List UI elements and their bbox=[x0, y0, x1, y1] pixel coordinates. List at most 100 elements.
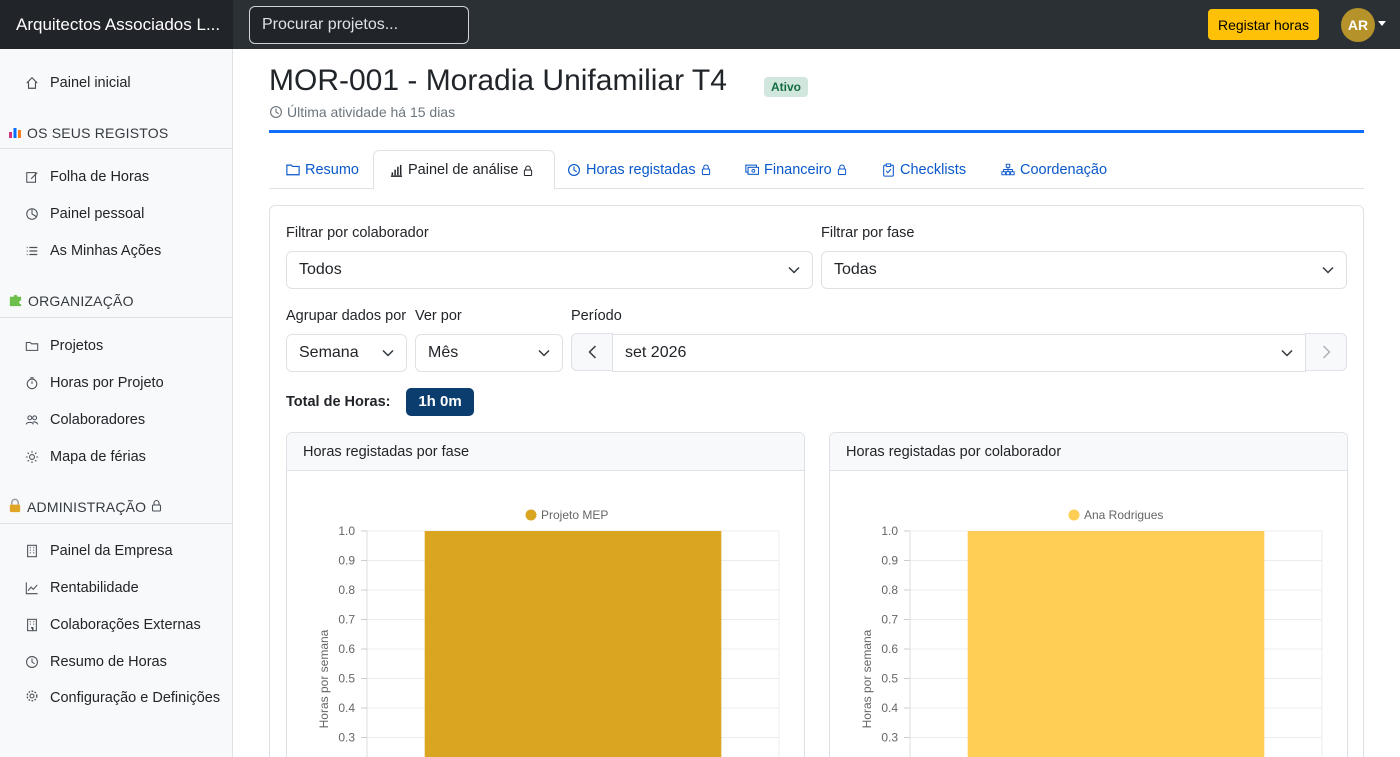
chevron-down-icon bbox=[382, 349, 394, 357]
tab-bar: Resumo Painel de análise Horas registada… bbox=[269, 150, 1364, 190]
sidebar-item-company-dashboard[interactable]: Painel da Empresa bbox=[0, 536, 232, 566]
building-icon bbox=[24, 543, 40, 559]
divider bbox=[0, 317, 232, 318]
tab-checklists[interactable]: Checklists bbox=[882, 150, 966, 189]
y-tick-label: 0.5 bbox=[881, 672, 898, 686]
legend-swatch bbox=[525, 509, 537, 521]
sidebar-item-projects[interactable]: Projetos bbox=[0, 331, 232, 361]
sidebar-item-timesheet[interactable]: Folha de Horas bbox=[0, 162, 232, 192]
next-period-button[interactable] bbox=[1305, 333, 1347, 371]
clock-icon bbox=[270, 106, 282, 118]
tab-financial[interactable]: Financeiro bbox=[745, 150, 852, 189]
period-select[interactable]: set 2026 bbox=[612, 334, 1306, 372]
tab-coordination[interactable]: Coordenação bbox=[1001, 150, 1107, 189]
collaborator-select-value: Todos bbox=[299, 261, 342, 278]
y-tick-label: 0.4 bbox=[881, 701, 898, 715]
edit-icon bbox=[24, 169, 40, 185]
collaborator-chart: 1.0 0.9 0.8 0.7 0.6 0.5 0.4 0.3 Ana Rodrigues Hor… bbox=[860, 508, 1323, 757]
clock-icon bbox=[24, 654, 40, 670]
collaborator-filter-label: Filtrar por colaborador bbox=[286, 225, 429, 241]
sidebar-item-hours-per-project[interactable]: Horas por Projeto bbox=[0, 368, 232, 398]
sidebar-item-vacation-map[interactable]: Mapa de férias bbox=[0, 442, 232, 472]
bar-chart-icon bbox=[8, 125, 22, 142]
sidebar-item-label: Rentabilidade bbox=[50, 580, 139, 596]
brand-name[interactable]: Arquitectos Associados L... bbox=[0, 0, 233, 49]
sidebar-item-label: Painel pessoal bbox=[50, 206, 145, 222]
sidebar-item-label: Mapa de férias bbox=[50, 449, 146, 465]
phase-select[interactable]: Todas bbox=[821, 251, 1347, 289]
bar bbox=[967, 531, 1265, 757]
y-tick-label: 1.0 bbox=[881, 524, 898, 538]
tab-label: Resumo bbox=[305, 161, 359, 178]
chevron-down-icon bbox=[538, 349, 550, 357]
chevron-right-icon bbox=[1322, 345, 1331, 359]
y-tick-label: 0.6 bbox=[338, 642, 355, 656]
phase-select-value: Todas bbox=[834, 261, 877, 278]
y-axis-label: Horas por semana bbox=[317, 629, 331, 728]
section-heading-organization: ORGANIZAÇÃO bbox=[8, 290, 232, 312]
total-hours-label: Total de Horas: bbox=[286, 394, 391, 410]
group-by-select[interactable]: Semana bbox=[286, 334, 407, 372]
sidebar-item-label: Projetos bbox=[50, 338, 104, 354]
chevron-down-icon[interactable] bbox=[1378, 21, 1386, 26]
last-activity-text: Última atividade há 15 dias bbox=[287, 104, 456, 120]
tab-summary[interactable]: Resumo bbox=[286, 150, 359, 189]
phase-filter-label: Filtrar por fase bbox=[821, 225, 915, 241]
sidebar-item-home[interactable]: Painel inicial bbox=[0, 68, 232, 98]
previous-period-button[interactable] bbox=[571, 333, 613, 371]
search-input[interactable] bbox=[249, 6, 469, 44]
register-hours-button[interactable]: Registar horas bbox=[1208, 9, 1319, 40]
divider bbox=[0, 148, 232, 149]
y-tick-label: 0.7 bbox=[881, 613, 898, 627]
section-heading-label: ORGANIZAÇÃO bbox=[28, 293, 134, 309]
sidebar-item-collaborators[interactable]: Colaboradores bbox=[0, 405, 232, 435]
y-tick-label: 0.9 bbox=[881, 554, 898, 568]
section-heading-administration: ADMINISTRAÇÃO bbox=[8, 496, 232, 518]
y-tick-label: 1.0 bbox=[338, 524, 355, 538]
last-activity: Última atividade há 15 dias bbox=[269, 104, 455, 120]
folder-icon bbox=[286, 164, 300, 176]
group-by-select-value: Semana bbox=[299, 344, 359, 361]
cash-icon bbox=[745, 164, 759, 175]
sidebar-item-label: Painel da Empresa bbox=[50, 543, 173, 559]
tab-analytics[interactable]: Painel de análise bbox=[373, 150, 556, 190]
tab-label: Checklists bbox=[900, 161, 967, 178]
sidebar-item-label: Folha de Horas bbox=[50, 169, 150, 185]
section-heading-records: OS SEUS REGISTOS bbox=[8, 122, 232, 144]
chevron-left-icon bbox=[587, 345, 596, 359]
graph-up-icon bbox=[24, 580, 40, 596]
diagram-icon bbox=[1001, 163, 1015, 176]
avatar[interactable]: AR bbox=[1341, 8, 1375, 42]
pie-chart-icon bbox=[24, 206, 40, 222]
sidebar-item-profitability[interactable]: Rentabilidade bbox=[0, 573, 232, 603]
top-navbar: Arquitectos Associados L... Registar hor… bbox=[0, 0, 1400, 49]
clipboard-check-icon bbox=[883, 162, 894, 177]
sidebar-item-label: Colaborações Externas bbox=[50, 617, 201, 633]
view-by-select[interactable]: Mês bbox=[415, 334, 563, 372]
sidebar-item-label[interactable]: Configuração e Definições bbox=[24, 688, 224, 709]
sidebar-item-my-actions[interactable]: As Minhas Ações bbox=[0, 236, 232, 266]
sidebar-item-external-collaborations[interactable]: Colaborações Externas bbox=[0, 610, 232, 640]
chevron-down-icon bbox=[788, 266, 800, 274]
bar bbox=[424, 531, 722, 757]
divider bbox=[0, 523, 232, 524]
header-accent-rule bbox=[269, 130, 1364, 133]
chevron-down-icon bbox=[1322, 266, 1334, 274]
stopwatch-icon bbox=[24, 375, 40, 391]
collaborator-select[interactable]: Todos bbox=[286, 251, 813, 289]
sidebar-item-hours-summary[interactable]: Resumo de Horas bbox=[0, 647, 232, 677]
tab-label: Coordenação bbox=[1020, 161, 1108, 178]
sidebar-item-personal-dashboard[interactable]: Painel pessoal bbox=[0, 199, 232, 229]
legend-swatch bbox=[1068, 509, 1080, 521]
view-by-select-value: Mês bbox=[428, 344, 459, 361]
tab-logged-hours[interactable]: Horas registadas bbox=[567, 150, 716, 189]
sidebar-item-label: Painel inicial bbox=[50, 75, 131, 91]
y-tick-label: 0.6 bbox=[881, 642, 898, 656]
chevron-down-icon bbox=[1281, 349, 1293, 357]
list-icon bbox=[24, 243, 40, 259]
section-heading-label: OS SEUS REGISTOS bbox=[27, 125, 169, 141]
period-select-value: set 2026 bbox=[625, 344, 687, 361]
folder-icon bbox=[24, 338, 40, 354]
page-title: MOR-001 - Moradia Unifamiliar T4 bbox=[269, 64, 727, 97]
y-tick-label: 0.7 bbox=[338, 613, 355, 627]
